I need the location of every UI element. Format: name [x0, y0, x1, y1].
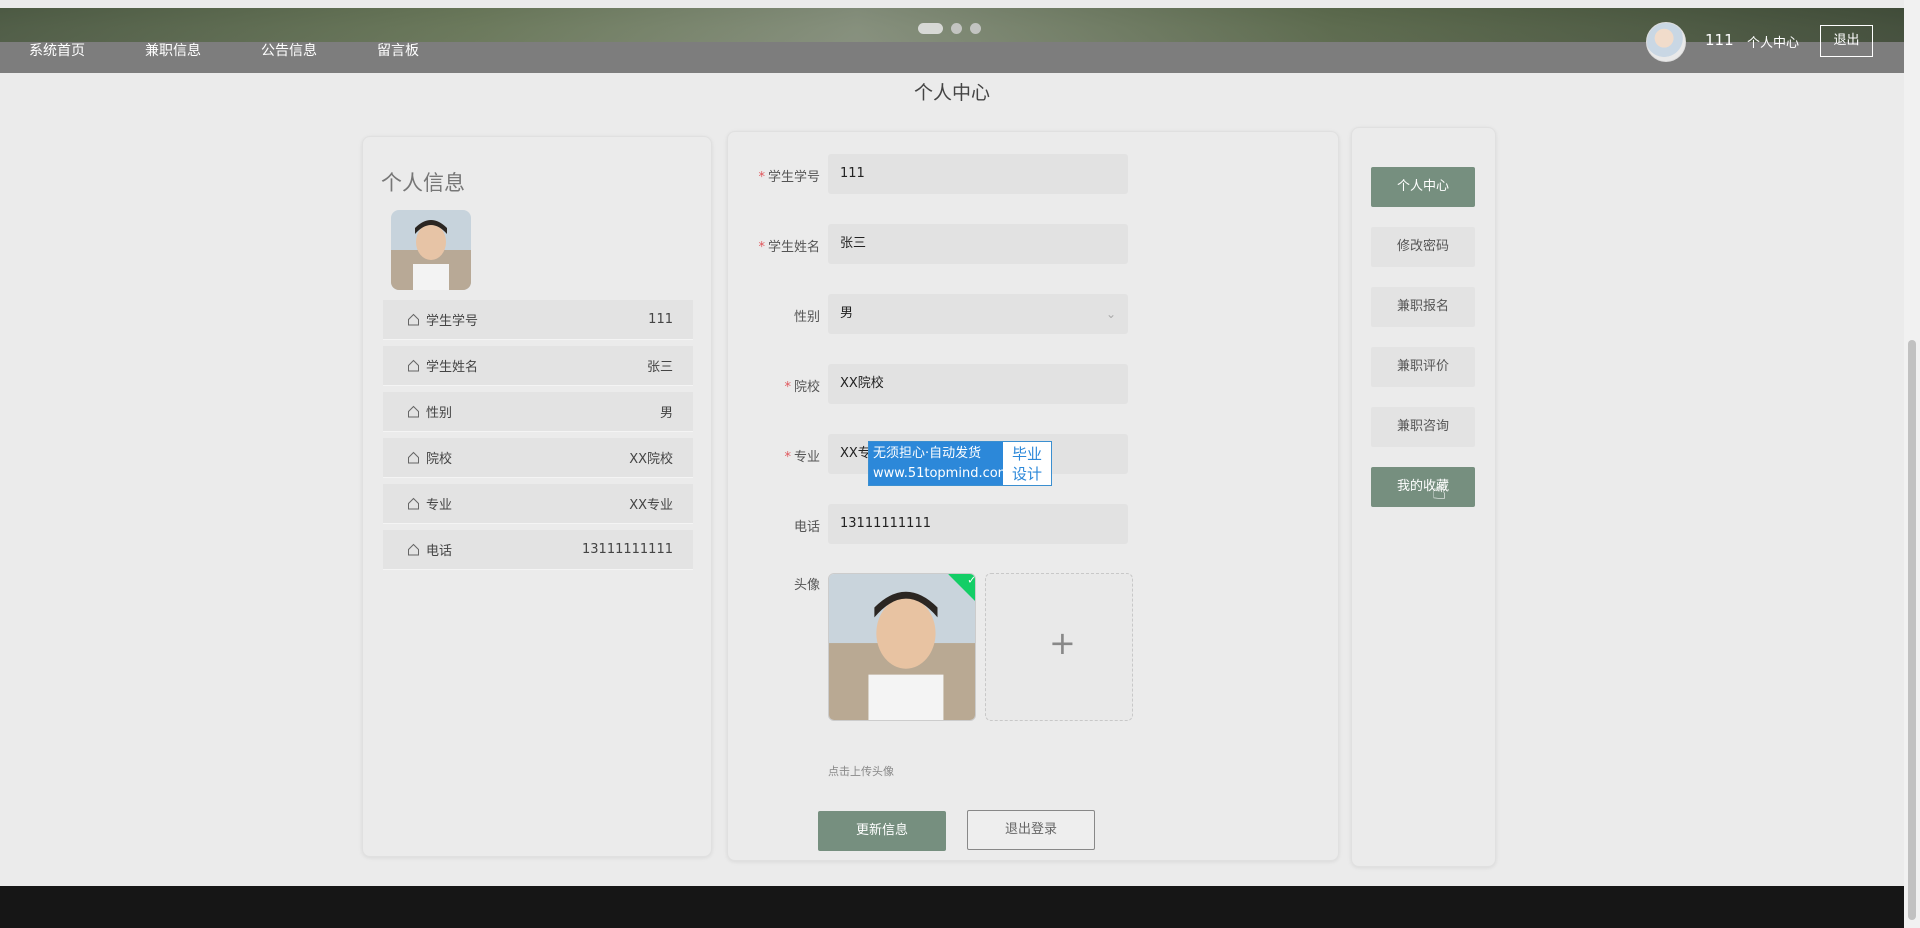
- user-avatar[interactable]: [1646, 22, 1686, 62]
- profile-panel: 个人信息 学生学号 111 学生姓名 张三 性别 男 院校 XX院校 专业 XX…: [362, 136, 712, 857]
- logout-account-button[interactable]: 退出登录: [967, 810, 1095, 850]
- avatar-upload-button[interactable]: +: [985, 573, 1133, 721]
- student-id-input[interactable]: 111: [828, 154, 1128, 194]
- profile-title: 个人信息: [381, 171, 465, 195]
- list-item: 学生姓名 张三: [383, 346, 693, 386]
- personal-center-link[interactable]: 个人中心: [1747, 32, 1799, 51]
- home-icon: [407, 451, 420, 464]
- menu-my-favorites[interactable]: 我的收藏: [1371, 467, 1475, 507]
- info-label: 院校: [426, 452, 453, 467]
- phone-input[interactable]: 13111111111: [828, 504, 1128, 544]
- profile-info-list: 学生学号 111 学生姓名 张三 性别 男 院校 XX院校 专业 XX专业 电话…: [383, 300, 693, 576]
- info-value: XX专业: [629, 498, 673, 513]
- page-title: 个人中心: [913, 82, 990, 104]
- info-value: 111: [648, 312, 673, 327]
- info-value: 男: [659, 406, 673, 421]
- info-label: 学生姓名: [426, 360, 479, 375]
- name-input[interactable]: 张三: [828, 224, 1128, 264]
- nav-jobs[interactable]: 兼职信息: [145, 40, 201, 60]
- chevron-down-icon: ⌄: [1105, 307, 1116, 321]
- check-icon: ✓: [967, 573, 976, 587]
- page: 系统首页 兼职信息 公告信息 留言板 111 个人中心 退出 个人中心 个人信息…: [0, 0, 1904, 928]
- menu-job-signup[interactable]: 兼职报名: [1371, 287, 1475, 327]
- carousel-dot-active[interactable]: [918, 23, 943, 34]
- major-label: 专业: [793, 450, 820, 465]
- footer: [0, 886, 1904, 928]
- info-label: 性别: [426, 406, 453, 421]
- required-mark: *: [784, 380, 791, 395]
- info-value: 张三: [646, 360, 673, 375]
- avatar-photo: [391, 210, 471, 290]
- menu-job-consult[interactable]: 兼职咨询: [1371, 407, 1475, 447]
- profile-avatar: [391, 210, 471, 290]
- home-icon: [407, 543, 420, 556]
- watermark-line1: 无须担心·自动发货: [873, 446, 982, 461]
- plus-icon: +: [1049, 624, 1076, 662]
- side-menu-panel: 个人中心 修改密码 兼职报名 兼职评价 兼职咨询 我的收藏: [1351, 127, 1496, 867]
- page-scrollbar[interactable]: [1904, 0, 1920, 928]
- nav-notices[interactable]: 公告信息: [261, 40, 317, 60]
- upload-tip: 点击上传头像: [828, 765, 894, 778]
- required-mark: *: [758, 170, 765, 185]
- gender-select[interactable]: 男 ⌄: [828, 294, 1128, 334]
- list-item: 院校 XX院校: [383, 438, 693, 478]
- nav-home[interactable]: 系统首页: [29, 40, 85, 60]
- list-item: 性别 男: [383, 392, 693, 432]
- watermark-banner: 无须担心·自动发货 www.51topmind.com 毕业 设计: [868, 441, 1052, 486]
- nav-message-board[interactable]: 留言板: [377, 40, 419, 60]
- watermark-right2: 设计: [1011, 465, 1042, 483]
- required-mark: *: [784, 450, 791, 465]
- hand-cursor-icon: ☝: [1432, 477, 1447, 505]
- logout-button[interactable]: 退出: [1820, 25, 1873, 57]
- carousel-dot[interactable]: [951, 23, 962, 34]
- top-navbar: 系统首页 兼职信息 公告信息 留言板 111 个人中心 退出: [0, 8, 1904, 73]
- gender-value: 男: [840, 306, 854, 321]
- phone-label: 电话: [793, 520, 820, 535]
- edit-form-panel: * 学生学号 111 * 学生姓名 张三 性别 男 ⌄ * 院校 XX院校 * 专业 X…: [727, 131, 1339, 861]
- carousel-indicators: [918, 23, 981, 34]
- avatar-photo: [829, 574, 975, 720]
- scrollbar-thumb[interactable]: [1908, 340, 1916, 920]
- menu-change-password[interactable]: 修改密码: [1371, 227, 1475, 267]
- info-label: 电话: [426, 544, 453, 559]
- list-item: 学生学号 111: [383, 300, 693, 340]
- home-icon: [407, 313, 420, 326]
- home-icon: [407, 359, 420, 372]
- username: 111: [1705, 31, 1734, 49]
- list-item: 专业 XX专业: [383, 484, 693, 524]
- watermark-line2: www.51topmind.com: [873, 466, 1011, 481]
- avatar-label: 头像: [793, 578, 820, 593]
- info-value: XX院校: [629, 452, 673, 467]
- list-item: 电话 13111111111: [383, 530, 693, 570]
- school-input[interactable]: XX院校: [828, 364, 1128, 404]
- home-icon: [407, 405, 420, 418]
- info-label: 专业: [426, 498, 453, 513]
- student-id-label: 学生学号: [767, 170, 820, 185]
- info-label: 学生学号: [426, 314, 479, 329]
- carousel-dot[interactable]: [970, 23, 981, 34]
- school-label: 院校: [793, 380, 820, 395]
- info-value: 13111111111: [582, 542, 673, 557]
- watermark-right1: 毕业: [1011, 445, 1042, 463]
- menu-job-review[interactable]: 兼职评价: [1371, 347, 1475, 387]
- uploaded-avatar-thumbnail[interactable]: ✓: [828, 573, 976, 721]
- home-icon: [407, 497, 420, 510]
- required-mark: *: [758, 240, 765, 255]
- gender-label: 性别: [793, 310, 820, 325]
- update-info-button[interactable]: 更新信息: [818, 811, 946, 851]
- menu-personal-center[interactable]: 个人中心: [1371, 167, 1475, 207]
- name-label: 学生姓名: [767, 240, 820, 255]
